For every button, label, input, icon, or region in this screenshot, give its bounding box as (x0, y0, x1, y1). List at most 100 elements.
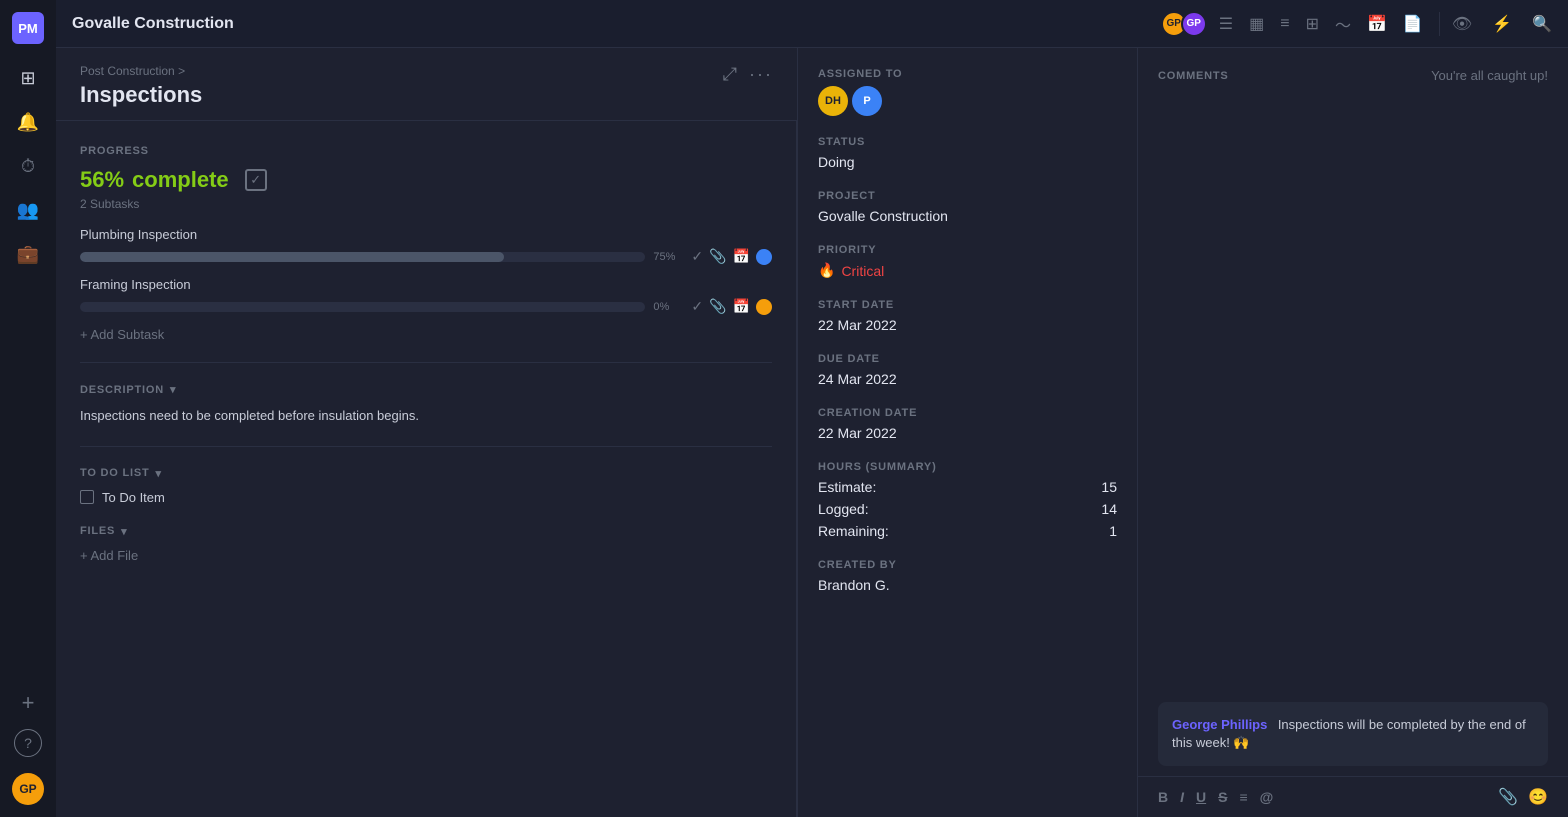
italic-button[interactable]: I (1180, 789, 1184, 805)
sidebar-item-people[interactable]: 👥 (10, 192, 46, 228)
hours-logged-value: 14 (1101, 501, 1117, 517)
subtask-calendar-icon-1[interactable]: 📅 (733, 248, 750, 265)
subtasks-count: 2 Subtasks (80, 197, 772, 211)
more-icon[interactable]: ··· (749, 64, 773, 85)
subtask-bar-row-2: 0% ✓ 📎 📅 (80, 298, 772, 315)
creation-date-section: CREATION DATE 22 Mar 2022 (818, 407, 1117, 441)
sidebar-item-help[interactable]: ? (14, 729, 42, 757)
todo-header[interactable]: TO DO LIST ▾ (80, 467, 772, 480)
files-header[interactable]: FILES ▾ (80, 525, 772, 538)
list-button[interactable]: ≡ (1239, 789, 1247, 805)
project-section: PROJECT Govalle Construction (818, 190, 1117, 224)
project-value[interactable]: Govalle Construction (818, 208, 1117, 224)
priority-text: Critical (841, 263, 884, 279)
files-chevron-icon: ▾ (121, 525, 127, 538)
list-view-icon[interactable]: ☰ (1219, 14, 1233, 34)
divider-1 (80, 362, 772, 363)
breadcrumb-parent[interactable]: Post Construction (80, 64, 175, 78)
due-date-label: DUE DATE (818, 353, 1117, 365)
divider-2 (80, 446, 772, 447)
priority-label: PRIORITY (818, 244, 1117, 256)
assigned-to-section: ASSIGNED TO DH P (818, 68, 1117, 116)
topbar-view-icons: ☰ ▦ ≡ ⊞ 〜 📅 📄 (1219, 12, 1440, 36)
sidebar-item-projects[interactable]: 💼 (10, 236, 46, 272)
attach-icon[interactable]: 📎 (1498, 787, 1518, 807)
add-subtask-button[interactable]: + Add Subtask (80, 327, 772, 342)
project-label: PROJECT (818, 190, 1117, 202)
subtask-calendar-icon-2[interactable]: 📅 (733, 298, 750, 315)
align-view-icon[interactable]: ≡ (1280, 15, 1289, 33)
mention-button[interactable]: @ (1260, 789, 1274, 805)
editor-actions: 📎 😊 (1498, 787, 1548, 807)
due-date-value[interactable]: 24 Mar 2022 (818, 371, 1117, 387)
subtask-check-icon-2[interactable]: ✓ (691, 298, 703, 315)
subtask-framing: Framing Inspection 0% ✓ 📎 📅 (80, 277, 772, 315)
minimize-icon[interactable]: ⤢ (723, 64, 737, 85)
editor-toolbar: B I U S ≡ @ 📎 😊 (1158, 787, 1548, 807)
breadcrumb-title-group: Post Construction > Inspections (80, 64, 202, 108)
hours-estimate-value: 15 (1101, 479, 1117, 495)
assignee-avatar-2[interactable]: P (852, 86, 882, 116)
activity-view-icon[interactable]: 〜 (1335, 12, 1351, 36)
hours-remaining-value: 1 (1109, 523, 1117, 539)
sidebar-item-add[interactable]: + (10, 685, 46, 721)
search-icon[interactable]: 🔍 (1532, 14, 1552, 34)
subtask-bar-bg-2 (80, 302, 645, 312)
strikethrough-button[interactable]: S (1218, 789, 1227, 805)
subtask-bar-fill-1 (80, 252, 504, 262)
comments-header-row: COMMENTS You're all caught up! (1138, 48, 1568, 93)
underline-button[interactable]: U (1196, 789, 1206, 805)
middle-panel: ASSIGNED TO DH P STATUS Doing PROJECT Go… (798, 48, 1138, 817)
filter-icon[interactable]: ⚡ (1492, 14, 1512, 34)
description-header[interactable]: DESCRIPTION ▾ (80, 383, 772, 396)
subtask-avatar-1[interactable] (756, 249, 772, 265)
eye-icon[interactable]: 👁 (1452, 14, 1472, 34)
comment-author-1: George Phillips (1172, 717, 1267, 732)
header-top: Post Construction > Inspections ⤢ ··· (56, 48, 797, 120)
start-date-value[interactable]: 22 Mar 2022 (818, 317, 1117, 333)
comment-editor: B I U S ≡ @ 📎 😊 (1138, 776, 1568, 817)
topbar-title: Govalle Construction (72, 15, 1155, 33)
progress-label: PROGRESS (80, 145, 772, 157)
topbar-avatars: GP GP (1167, 11, 1207, 37)
sidebar-item-home[interactable]: ⊞ (10, 60, 46, 96)
hours-logged-row: Logged: 14 (818, 501, 1117, 517)
hours-estimate-row: Estimate: 15 (818, 479, 1117, 495)
app-logo[interactable]: PM (12, 12, 44, 44)
assigned-to-label: ASSIGNED TO (818, 68, 1117, 80)
description-label: DESCRIPTION (80, 384, 164, 396)
priority-value[interactable]: 🔥 Critical (818, 262, 1117, 279)
subtask-bar-row-1: 75% ✓ 📎 📅 (80, 248, 772, 265)
status-value[interactable]: Doing (818, 154, 1117, 170)
comments-panel: COMMENTS You're all caught up! George Ph… (1138, 48, 1568, 817)
subtask-attach-icon-1[interactable]: 📎 (709, 248, 726, 265)
add-file-button[interactable]: + Add File (80, 548, 772, 563)
due-date-section: DUE DATE 24 Mar 2022 (818, 353, 1117, 387)
topbar-avatar-2[interactable]: GP (1181, 11, 1207, 37)
page-title-actions: ⤢ ··· (723, 64, 773, 85)
subtask-plumbing: Plumbing Inspection 75% ✓ 📎 📅 (80, 227, 772, 265)
sidebar-item-notifications[interactable]: 🔔 (10, 104, 46, 140)
subtask-attach-icon-2[interactable]: 📎 (709, 298, 726, 315)
calendar-view-icon[interactable]: 📅 (1367, 14, 1387, 34)
sidebar-item-time[interactable]: ⏱ (10, 148, 46, 184)
file-view-icon[interactable]: 📄 (1403, 14, 1423, 34)
chart-view-icon[interactable]: ▦ (1249, 14, 1264, 34)
assigned-avatars: DH P (818, 86, 1117, 116)
created-by-section: CREATED BY Brandon G. (818, 559, 1117, 593)
table-view-icon[interactable]: ⊞ (1306, 14, 1319, 34)
description-text: Inspections need to be completed before … (80, 406, 772, 426)
subtask-avatar-2[interactable] (756, 299, 772, 315)
comments-caught-up: You're all caught up! (1431, 68, 1548, 83)
todo-checkbox-1[interactable] (80, 490, 94, 504)
subtask-check-icon-1[interactable]: ✓ (691, 248, 703, 265)
page-title: Inspections (80, 82, 202, 108)
left-panel: PROGRESS 56% complete ✓ 2 Subtasks Plumb… (56, 121, 797, 817)
user-avatar[interactable]: GP (12, 773, 44, 805)
bold-button[interactable]: B (1158, 789, 1168, 805)
subtask-name-2: Framing Inspection (80, 277, 772, 292)
emoji-icon[interactable]: 😊 (1528, 787, 1548, 807)
assignee-avatar-1[interactable]: DH (818, 86, 848, 116)
start-date-section: START DATE 22 Mar 2022 (818, 299, 1117, 333)
progress-check[interactable]: ✓ (245, 169, 267, 191)
